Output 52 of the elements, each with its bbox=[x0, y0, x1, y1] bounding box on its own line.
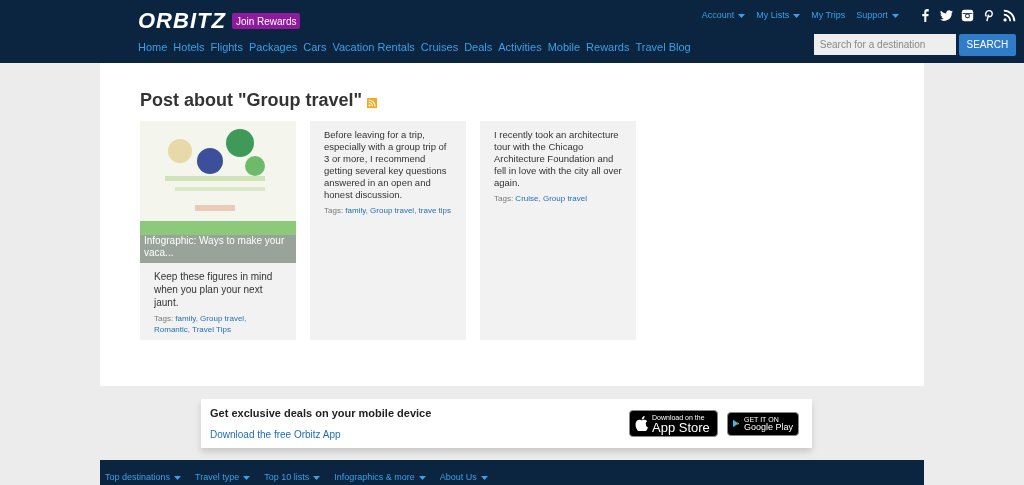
download-link[interactable]: Download the free Orbitz App bbox=[210, 427, 432, 443]
account-link[interactable]: Support bbox=[856, 9, 899, 23]
footer-link[interactable]: Infographics & more bbox=[334, 472, 426, 483]
account-link[interactable]: My Lists bbox=[756, 9, 801, 23]
post-tags: Tags: Cruise, Group travel bbox=[494, 193, 622, 204]
caret-icon bbox=[313, 475, 321, 480]
rss-icon[interactable] bbox=[1002, 9, 1016, 23]
account-link[interactable]: Account bbox=[701, 9, 746, 23]
tag-link[interactable]: Group travel bbox=[542, 194, 587, 203]
bird-icon[interactable] bbox=[939, 9, 953, 23]
search-button[interactable]: SEARCH bbox=[958, 33, 1016, 56]
banner-title: Get exclusive deals on your mobile device bbox=[210, 405, 432, 421]
nav-link[interactable]: Rewards bbox=[586, 39, 630, 56]
footer-link[interactable]: Top 10 lists bbox=[264, 472, 321, 483]
site-logo[interactable]: ORBITZ bbox=[138, 9, 226, 33]
footer-link[interactable]: Travel type bbox=[195, 472, 251, 483]
nav-link[interactable]: Mobile bbox=[547, 39, 581, 56]
badge-title: App Store bbox=[652, 420, 710, 434]
tag-link[interactable]: family bbox=[175, 314, 196, 323]
nav-link[interactable]: Home bbox=[138, 39, 168, 56]
caret-icon bbox=[174, 475, 182, 480]
footer-link[interactable]: Top destinations bbox=[105, 472, 182, 483]
tag-link[interactable]: trave tips bbox=[418, 206, 452, 215]
apple-icon bbox=[635, 416, 648, 431]
nav-link[interactable]: Flights bbox=[210, 39, 243, 56]
nav-link[interactable]: Packages bbox=[248, 39, 298, 56]
tag-link[interactable]: Romantic bbox=[154, 325, 188, 334]
play-icon bbox=[733, 417, 740, 430]
caret-icon bbox=[243, 475, 251, 480]
nav-link[interactable]: Cars bbox=[303, 39, 327, 56]
join-rewards-button[interactable]: Join Rewards bbox=[231, 13, 301, 29]
nav-link[interactable]: Deals bbox=[464, 39, 493, 56]
post-tags: Tags: family, Group travel, trave tips bbox=[324, 205, 452, 216]
caret-icon bbox=[418, 475, 426, 480]
post-summary: I recently took an architecture tour with the Chicago Architecture Foundation and fell in love with the city all over again. bbox=[494, 129, 622, 189]
account-link[interactable]: My Trips bbox=[811, 9, 846, 23]
nav-link[interactable]: Activities bbox=[498, 39, 542, 56]
page-title: Post about "Group travel" bbox=[140, 89, 363, 112]
tag-link[interactable]: family bbox=[345, 206, 366, 215]
nav-link[interactable]: Hotels bbox=[173, 39, 205, 56]
tag-link[interactable]: Travel Tips bbox=[192, 325, 231, 334]
search-field[interactable]: Search for a destination bbox=[813, 33, 956, 55]
nav-link[interactable]: Travel Blog bbox=[635, 39, 691, 56]
camera-icon[interactable] bbox=[960, 9, 974, 23]
caret-icon bbox=[480, 475, 488, 480]
footer-link[interactable]: About Us bbox=[439, 472, 488, 483]
post-tags: Tags: family, Group travel, Romantic, Travel Tips bbox=[154, 313, 282, 335]
post-summary: Keep these figures in mind when you plan your next jaunt. bbox=[154, 270, 274, 309]
badge-title: Google Play bbox=[743, 422, 793, 432]
post-summary: Before leaving for a trip, especially with a group trip of 3 or more, I recommend getting several key questions answered in an open and honest discussion. bbox=[324, 129, 448, 201]
nav-link[interactable]: Cruises bbox=[420, 39, 459, 56]
nav-link[interactable]: Vacation Rentals bbox=[332, 39, 415, 56]
